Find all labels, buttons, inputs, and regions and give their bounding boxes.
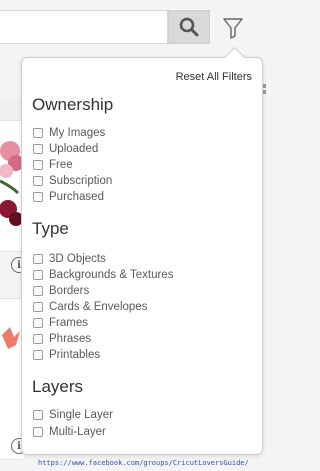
filter-option[interactable]: Printables [33, 347, 100, 363]
checkbox[interactable] [33, 286, 43, 296]
reset-all-filters-link[interactable]: Reset All Filters [176, 71, 252, 83]
filter-button[interactable] [220, 14, 246, 42]
checkbox[interactable] [33, 144, 43, 154]
filter-option[interactable]: Backgrounds & Textures [33, 267, 173, 283]
checkbox[interactable] [33, 270, 43, 280]
filter-funnel-icon [223, 18, 243, 39]
filter-option[interactable]: Single Layer [33, 407, 113, 423]
footer-url[interactable]: https://www.facebook.com/groups/CricutLo… [38, 459, 249, 467]
filter-option[interactable]: Multi-Layer [33, 424, 106, 440]
filter-option[interactable]: Purchased [33, 189, 104, 205]
filter-option[interactable]: Frames [33, 315, 88, 331]
filter-option[interactable]: Free [33, 157, 73, 173]
filter-option[interactable]: My Images [33, 125, 105, 141]
checkbox[interactable] [33, 192, 43, 202]
top-bar [0, 0, 268, 58]
section-title-ownership: Ownership [32, 95, 114, 114]
filter-option[interactable]: Uploaded [33, 141, 98, 157]
checkbox[interactable] [33, 318, 43, 328]
checkbox[interactable] [33, 410, 43, 420]
checkbox[interactable] [33, 176, 43, 186]
filter-popover: Reset All Filters Ownership My Images Up… [21, 46, 263, 455]
search-icon [179, 17, 199, 37]
search-input[interactable] [0, 10, 168, 44]
checkbox[interactable] [33, 128, 43, 138]
search-button[interactable] [168, 10, 210, 44]
checkbox[interactable] [33, 302, 43, 312]
filter-option[interactable]: Subscription [33, 173, 112, 189]
filter-option[interactable]: Phrases [33, 331, 91, 347]
filter-option[interactable]: 3D Objects [33, 251, 106, 267]
checkbox[interactable] [33, 160, 43, 170]
checkbox[interactable] [33, 427, 43, 437]
section-title-layers: Layers [32, 377, 84, 396]
checkbox[interactable] [33, 334, 43, 344]
checkbox[interactable] [33, 350, 43, 360]
filter-option[interactable]: Borders [33, 283, 89, 299]
checkbox[interactable] [33, 254, 43, 264]
filter-option[interactable]: Cards & Envelopes [33, 299, 147, 315]
section-title-type: Type [32, 219, 69, 238]
